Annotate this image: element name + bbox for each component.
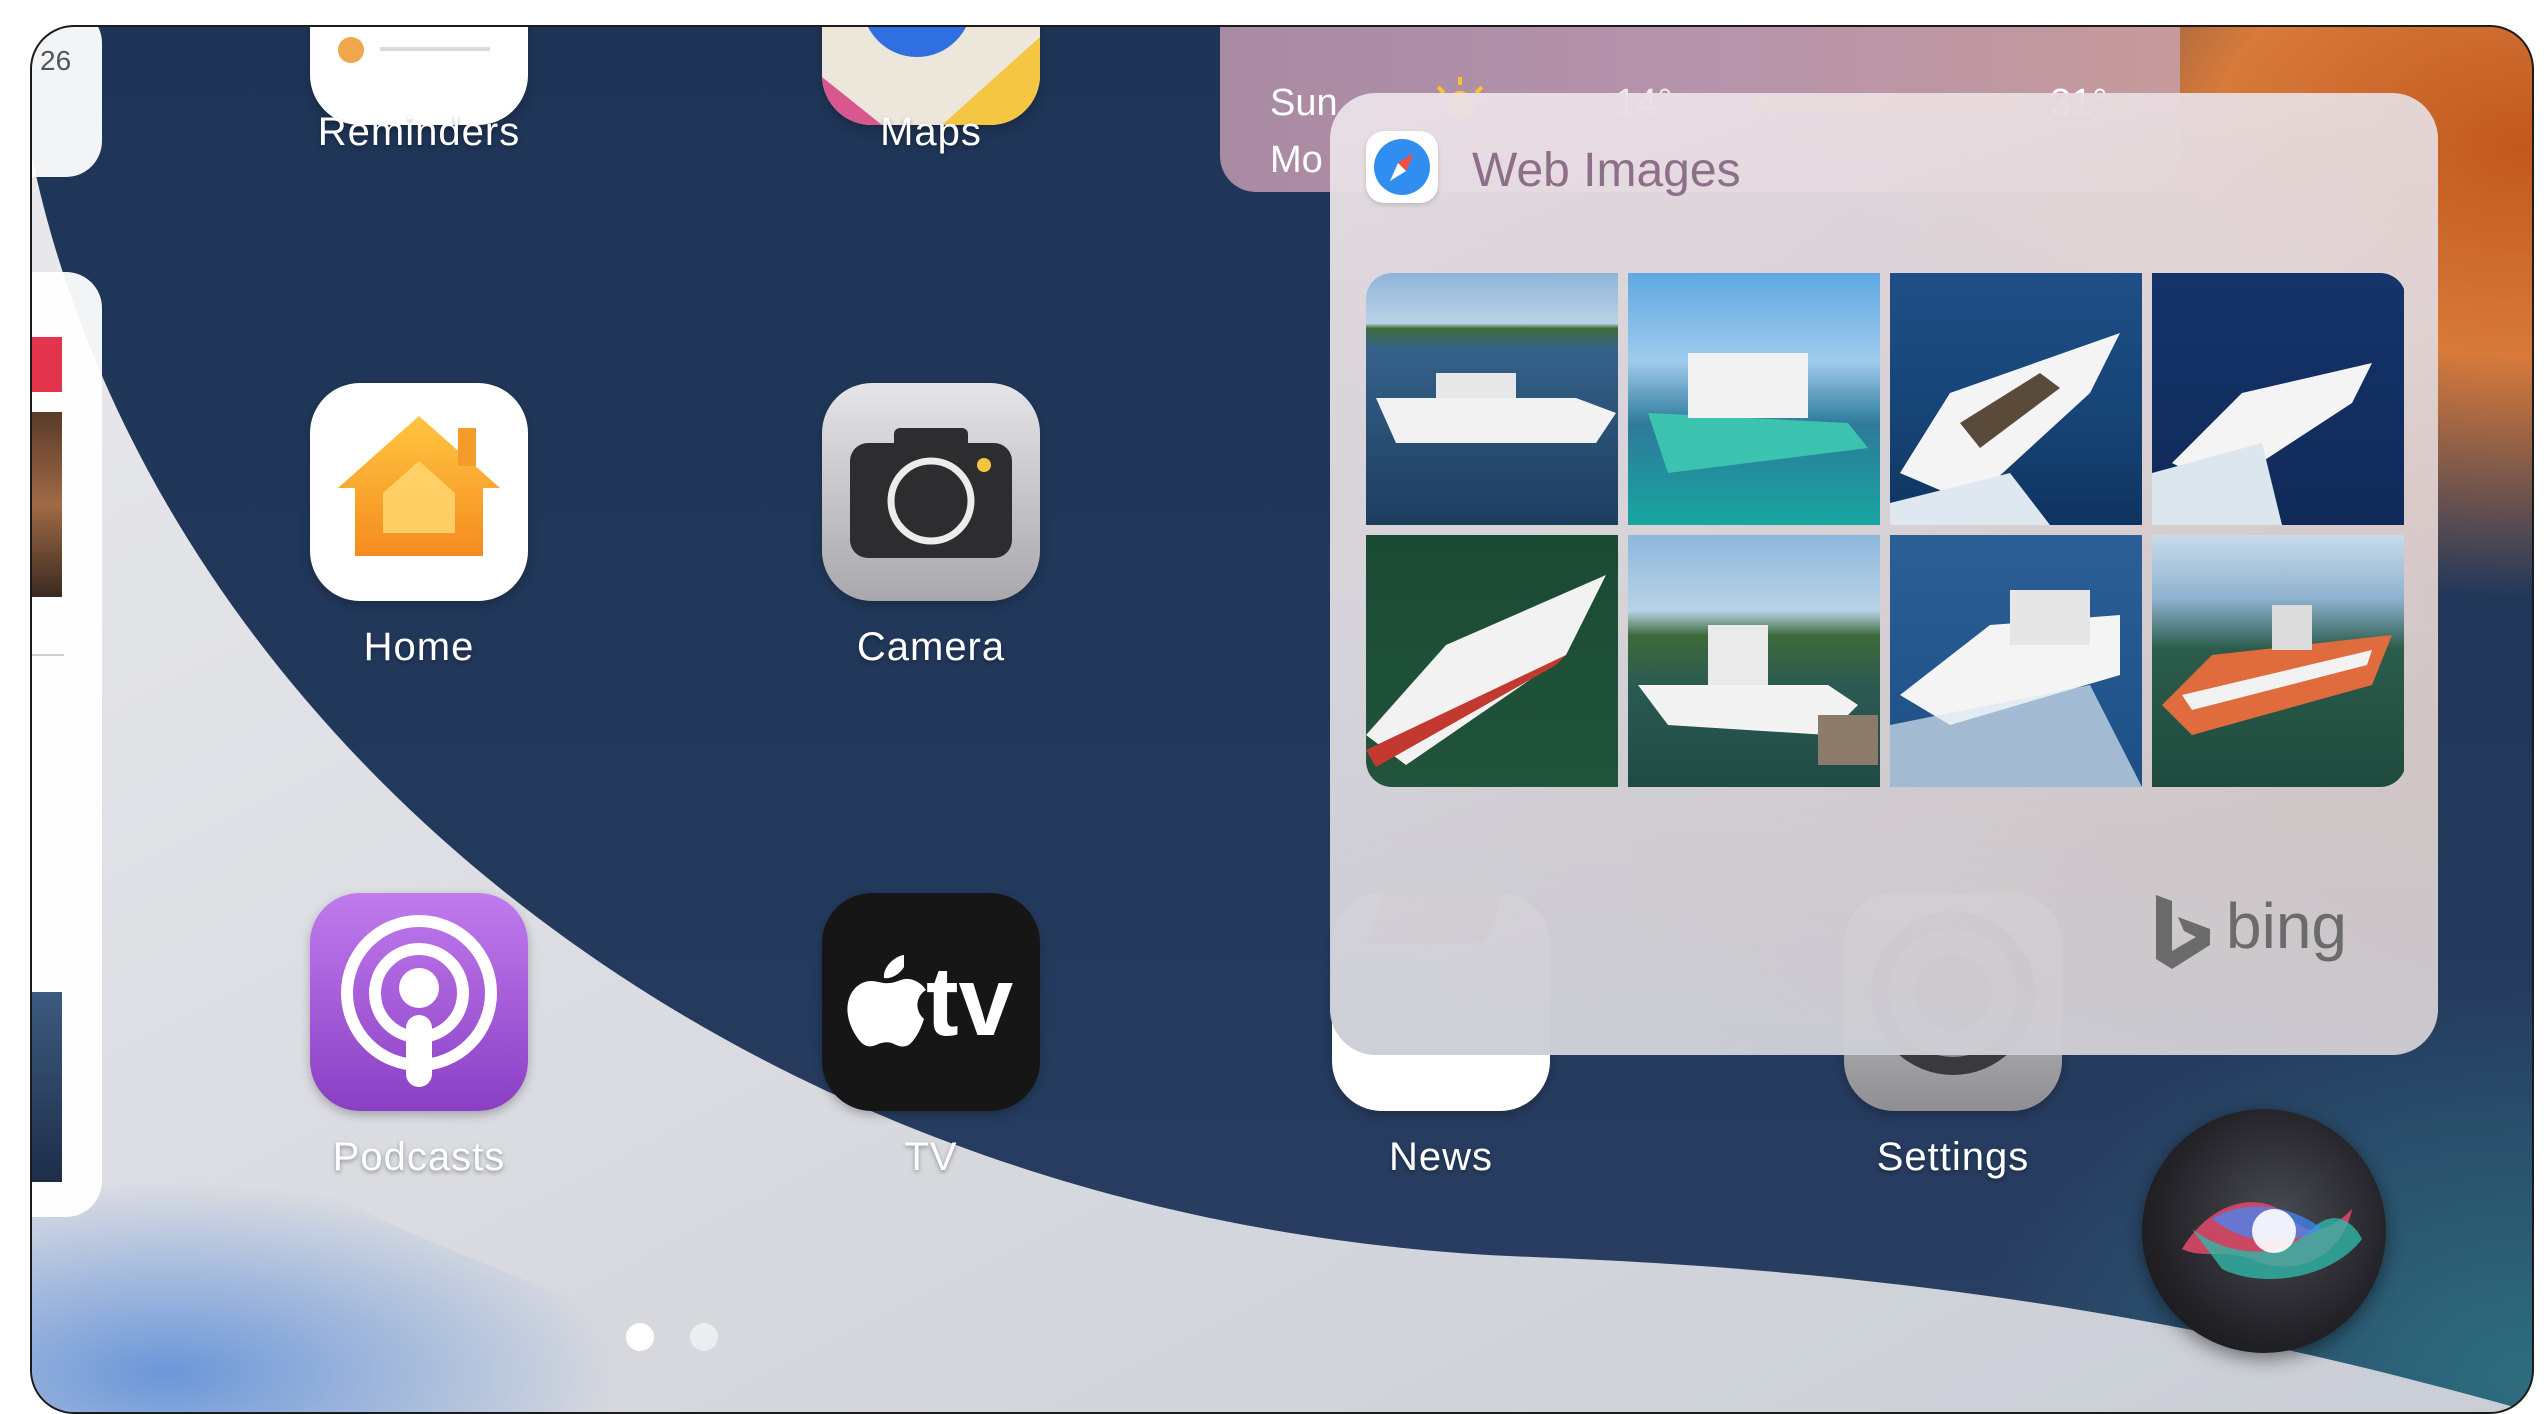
podcasts-label: Podcasts [332,1135,506,1179]
boat-shape [1648,353,1868,473]
image-thumbnail[interactable] [2152,535,2404,787]
camera-label: Camera [856,625,1006,669]
left-widget-photo [32,412,62,597]
left-widget-number: 26 [40,45,72,76]
boat-shape [2162,605,2392,735]
page-dot-active[interactable] [626,1323,654,1351]
weather-day-sun: Sun [1270,82,1338,124]
image-thumbnail[interactable] [1366,273,1618,525]
home-app-icon[interactable] [310,383,528,601]
home-label: Home [363,625,475,669]
maps-label: Maps [880,110,982,154]
left-widget-news-icon [32,337,62,392]
tv-app-icon[interactable]: tv [822,893,1040,1111]
image-thumbnail[interactable] [1890,535,2142,787]
left-widget-news[interactable] [32,272,102,1217]
bing-label: bing [2226,890,2347,962]
panel-title: Web Images [1472,144,1741,197]
camera-app-icon[interactable] [822,383,1040,601]
siri-web-images-panel[interactable]: Web Images bing [1330,93,2438,1055]
reminders-label: Reminders [317,110,521,154]
image-thumbnail[interactable] [1628,535,1880,787]
safari-app-icon [1366,131,1438,203]
house-icon [338,416,500,556]
reminders-line [380,47,490,51]
news-label: News [1388,1135,1494,1179]
weather-day-mon: Mo [1270,139,1323,181]
image-thumbnail[interactable] [2152,273,2404,525]
image-thumbnail[interactable] [1890,273,2142,525]
apple-logo-icon [847,955,926,1047]
boat-shape [2152,363,2372,525]
boat-shape [1376,373,1616,443]
boat-shape [1890,333,2120,525]
left-widget-top[interactable]: 26 [32,27,102,177]
camera-icon [850,428,1012,558]
page-dot[interactable] [690,1323,718,1351]
podcasts-icon [341,915,497,1087]
settings-label: Settings [1876,1135,2030,1179]
tv-icon-text: tv [926,946,1014,1056]
boat-shape [1890,590,2142,787]
boat-shape [1638,625,1878,765]
boat-shape [1366,575,1606,767]
siri-glow-icon [2182,1202,2362,1279]
reminders-dot-icon [338,37,364,63]
bing-logo-icon [2156,895,2210,969]
left-widget-divider [32,654,64,656]
image-thumbnail[interactable] [1628,273,1880,525]
podcasts-app-icon[interactable] [310,893,528,1111]
left-widget-photo-2 [32,992,62,1182]
siri-orb[interactable] [2142,1109,2386,1353]
tv-label: TV [904,1135,958,1179]
image-thumbnail[interactable] [1366,535,1618,787]
compass-icon [1374,139,1430,195]
ipad-home-screen: 26 Reminders Maps Home Camera Podcasts t… [30,25,2534,1414]
image-grid [1366,273,2406,787]
